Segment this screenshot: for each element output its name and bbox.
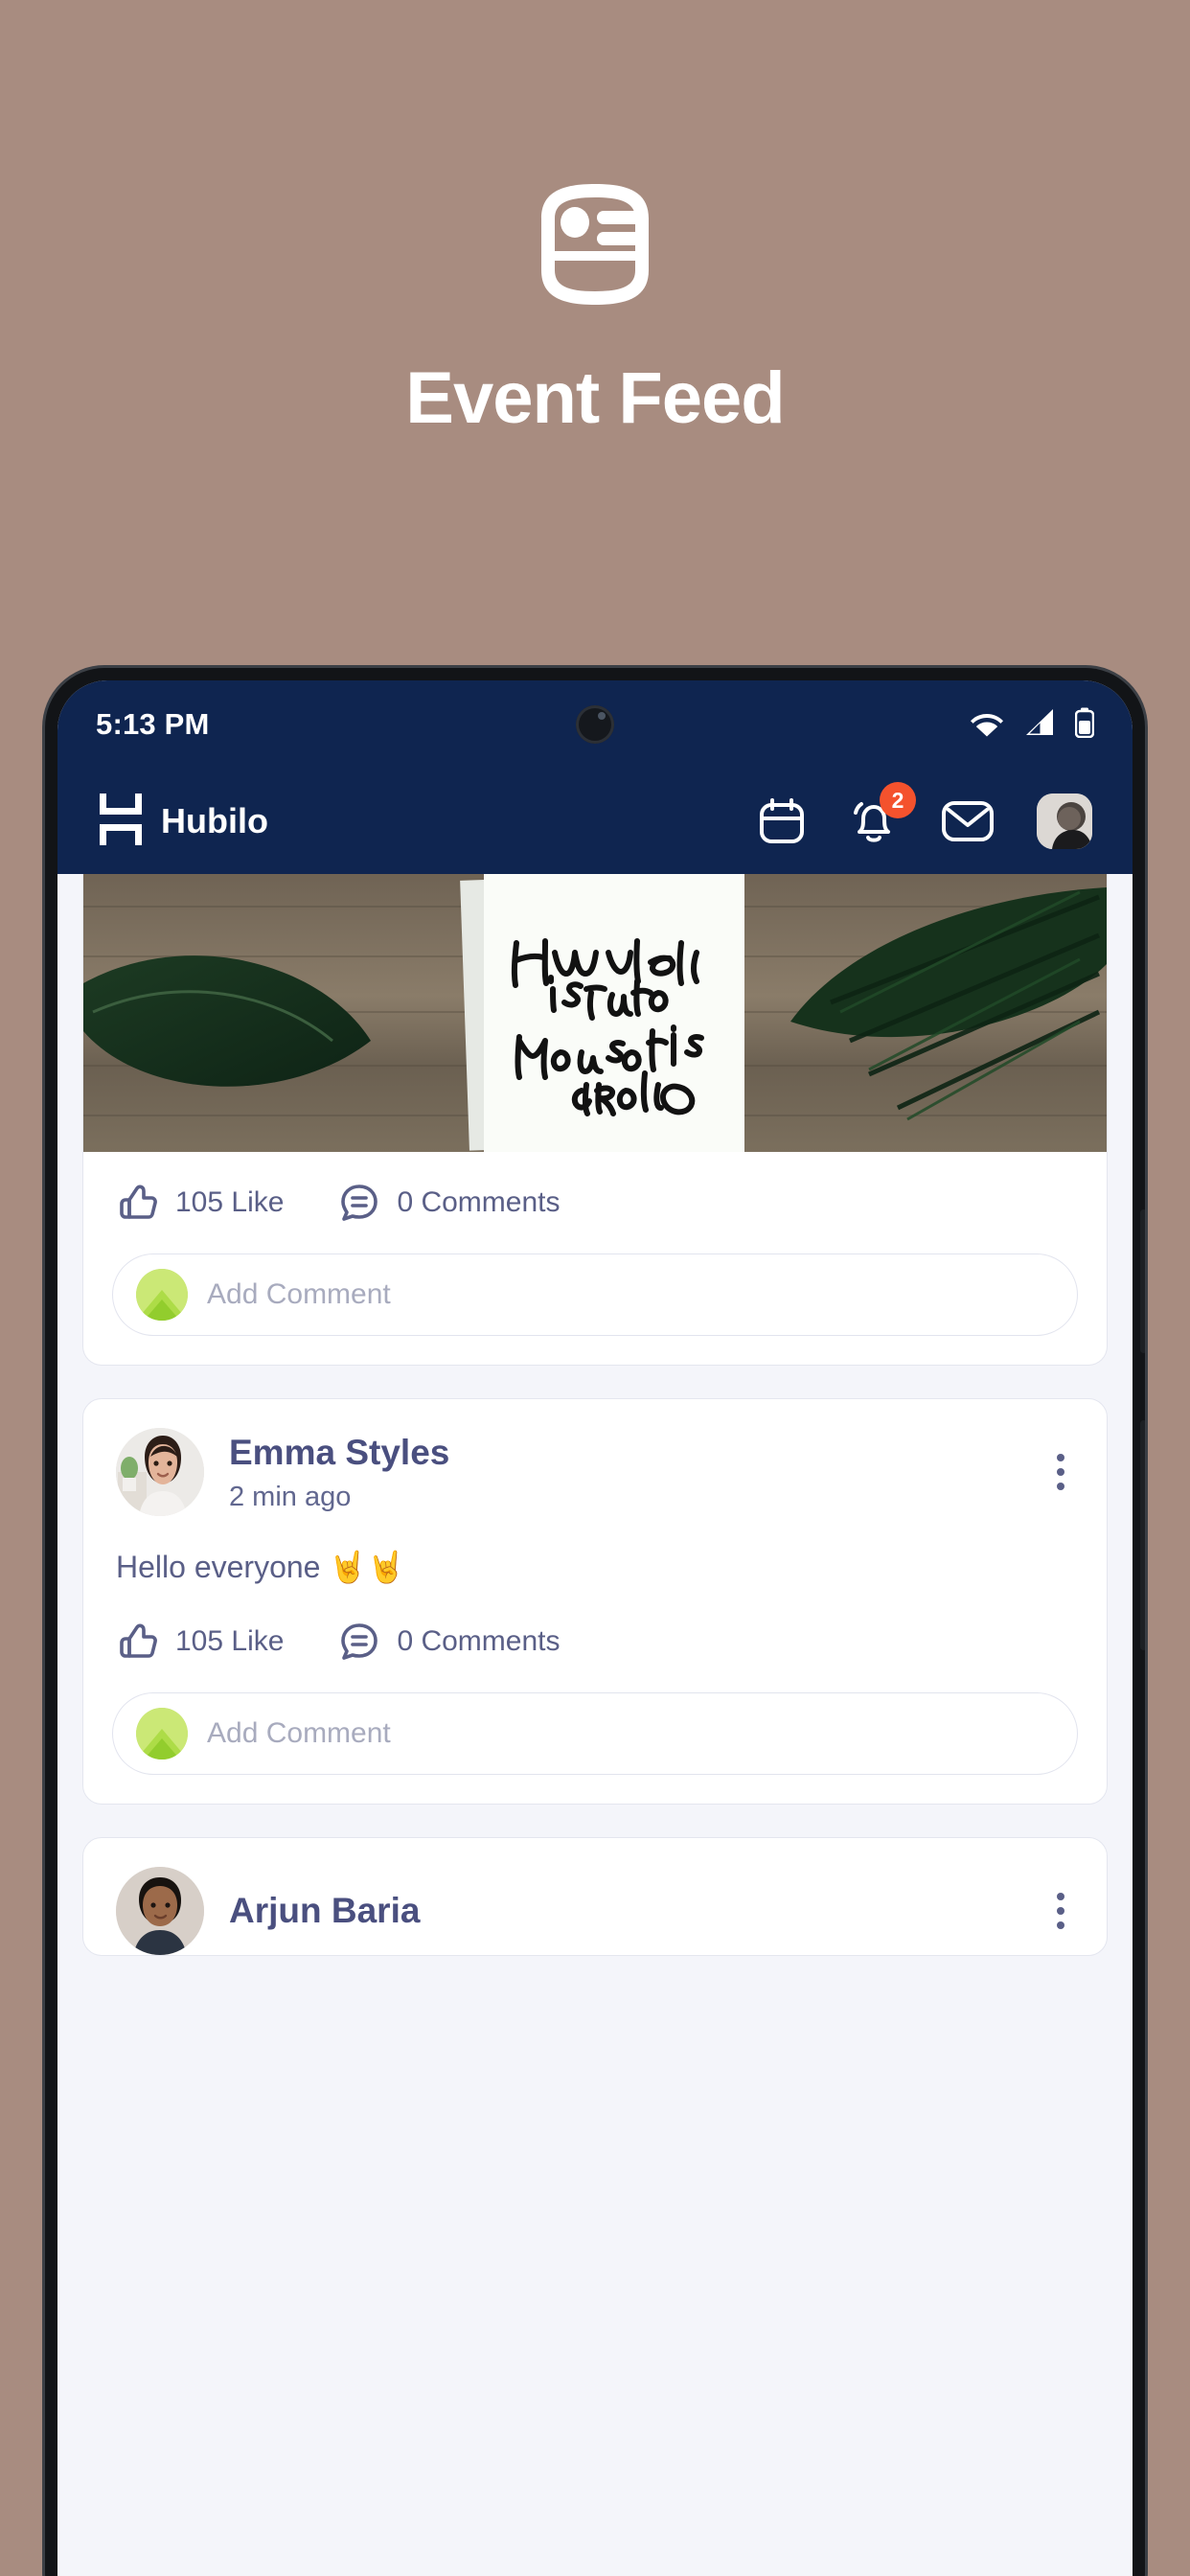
mail-envelope-icon[interactable] xyxy=(941,799,995,843)
status-clock: 5:13 PM xyxy=(96,707,210,741)
post-author: Emma Styles xyxy=(229,1433,450,1473)
comment-button[interactable]: 0 Comments xyxy=(337,1181,561,1225)
current-user-avatar xyxy=(136,1708,188,1760)
comment-count: 0 Comments xyxy=(397,1186,561,1218)
wifi-icon xyxy=(970,708,1004,742)
hero-banner: Event Feed xyxy=(0,0,1190,671)
post-actions: 105 Like 0 Comments xyxy=(83,1585,1107,1669)
post-author: Arjun Baria xyxy=(229,1890,421,1930)
cellular-signal-icon xyxy=(1024,708,1055,742)
brand[interactable]: Hubilo xyxy=(98,792,268,852)
phone-frame: 5:13 PM Hubilo 2 105 Like 0 Comments Add… xyxy=(45,668,1145,2576)
comment-button[interactable]: 0 Comments xyxy=(337,1620,561,1664)
hubilo-logo-icon xyxy=(98,792,144,852)
brand-name: Hubilo xyxy=(161,801,268,840)
avatar[interactable] xyxy=(116,1867,204,1955)
feed-post-photo[interactable]: 105 Like 0 Comments Add Comment xyxy=(82,874,1108,1366)
like-count: 105 Like xyxy=(175,1625,285,1657)
avatar[interactable] xyxy=(116,1428,204,1516)
post-options-menu-icon[interactable] xyxy=(1047,1883,1074,1939)
volume-button[interactable] xyxy=(1140,1209,1145,1353)
add-comment-placeholder: Add Comment xyxy=(207,1717,391,1749)
status-bar: 5:13 PM xyxy=(57,680,1133,769)
like-count: 105 Like xyxy=(175,1186,285,1218)
page-title: Event Feed xyxy=(405,357,785,439)
phone-screen: 5:13 PM Hubilo 2 105 Like 0 Comments Add… xyxy=(57,680,1133,2576)
like-button[interactable]: 105 Like xyxy=(116,1620,284,1664)
thumbs-up-icon xyxy=(120,1184,157,1219)
feed-post-arjun[interactable]: Arjun Baria xyxy=(82,1837,1108,1956)
profile-avatar[interactable] xyxy=(1037,794,1092,849)
post-options-menu-icon[interactable] xyxy=(1047,1444,1074,1500)
app-header: Hubilo 2 xyxy=(57,769,1133,874)
notification-badge: 2 xyxy=(880,782,916,818)
event-feed-icon xyxy=(534,182,656,307)
current-user-avatar xyxy=(136,1269,188,1321)
like-button[interactable]: 105 Like xyxy=(116,1181,284,1225)
battery-icon xyxy=(1074,707,1095,743)
power-button[interactable] xyxy=(1140,1420,1145,1650)
add-comment-field[interactable]: Add Comment xyxy=(112,1254,1078,1336)
front-camera-icon xyxy=(576,705,614,744)
post-text: Hello everyone 🤘🤘 xyxy=(116,1550,406,1584)
comment-bubble-icon xyxy=(341,1623,378,1660)
add-comment-field[interactable]: Add Comment xyxy=(112,1692,1078,1775)
post-header: Emma Styles 2 min ago xyxy=(83,1399,1107,1516)
comment-bubble-icon xyxy=(341,1184,378,1221)
post-timestamp: 2 min ago xyxy=(229,1481,352,1512)
app-header-actions: 2 xyxy=(757,782,1092,849)
add-comment-placeholder: Add Comment xyxy=(207,1278,391,1310)
post-header: Arjun Baria xyxy=(83,1838,1107,1955)
comment-count: 0 Comments xyxy=(397,1625,561,1657)
feed-post-emma[interactable]: Emma Styles 2 min ago Hello everyone 🤘🤘 … xyxy=(82,1398,1108,1805)
post-actions: 105 Like 0 Comments xyxy=(83,1152,1107,1230)
post-image xyxy=(83,874,1107,1152)
thumbs-up-icon xyxy=(120,1623,157,1658)
event-feed-list[interactable]: 105 Like 0 Comments Add Comment Emma Sty… xyxy=(57,874,1133,2576)
calendar-icon[interactable] xyxy=(757,796,807,846)
notifications-bell-icon[interactable]: 2 xyxy=(849,782,916,847)
